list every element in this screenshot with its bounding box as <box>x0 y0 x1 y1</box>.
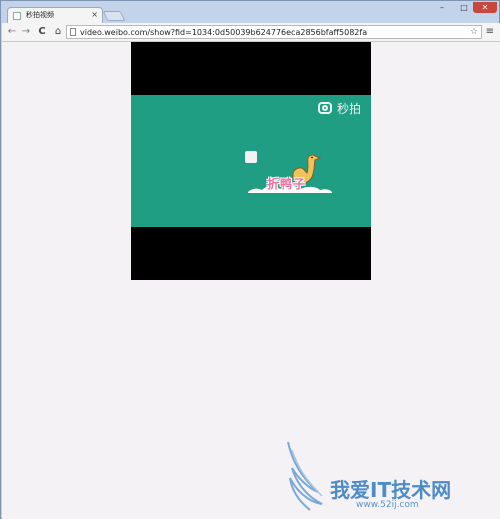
page-favicon-icon <box>13 12 21 20</box>
address-bar[interactable]: video.weibo.com/show?fid=1034:0d50039b62… <box>66 25 482 39</box>
watermark-url: www.52ij.com <box>356 500 419 510</box>
camera-icon <box>317 102 332 114</box>
minimize-button[interactable]: – <box>433 2 451 13</box>
browser-window: 秒拍视频 × – □ ✕ ← → C ⌂ video.weibo.com/sho… <box>0 0 500 519</box>
home-icon[interactable]: ⌂ <box>52 25 64 39</box>
reload-icon[interactable]: C <box>36 25 48 39</box>
browser-toolbar: ← → C ⌂ video.weibo.com/show?fid=1034:0d… <box>2 23 500 42</box>
menu-icon[interactable]: ≡ <box>486 26 494 38</box>
video-frame: 秒拍 折鸭子 <box>131 95 371 227</box>
url-text[interactable]: video.weibo.com/show?fid=1034:0d50039b62… <box>80 27 367 38</box>
maximize-button[interactable]: □ <box>455 2 473 13</box>
video-player[interactable]: 秒拍 折鸭子 <box>131 42 371 280</box>
tab-title: 秒拍视频 <box>26 11 54 19</box>
white-square-shape <box>245 151 257 163</box>
forward-arrow-icon[interactable]: → <box>20 25 32 39</box>
back-arrow-icon[interactable]: ← <box>6 25 18 39</box>
miaopai-brand: 秒拍 <box>317 101 361 117</box>
watermark-text: 我爱IT技术网 <box>330 478 452 502</box>
new-tab-button[interactable] <box>102 11 126 21</box>
close-window-button[interactable]: ✕ <box>473 2 497 13</box>
page-icon <box>70 28 76 36</box>
video-logo-text: 折鸭子 <box>267 177 307 191</box>
tab-strip: 秒拍视频 × – □ ✕ <box>1 1 500 24</box>
tab-active[interactable]: 秒拍视频 × <box>7 7 103 24</box>
page-content: 秒拍 折鸭子 我爱IT技术网 www.52ij.com <box>2 42 500 519</box>
tab-close-icon[interactable]: × <box>91 10 98 20</box>
brand-label: 秒拍 <box>336 102 361 116</box>
site-watermark: 我爱IT技术网 www.52ij.com <box>278 438 500 518</box>
bookmark-star-icon[interactable]: ☆ <box>470 26 478 38</box>
